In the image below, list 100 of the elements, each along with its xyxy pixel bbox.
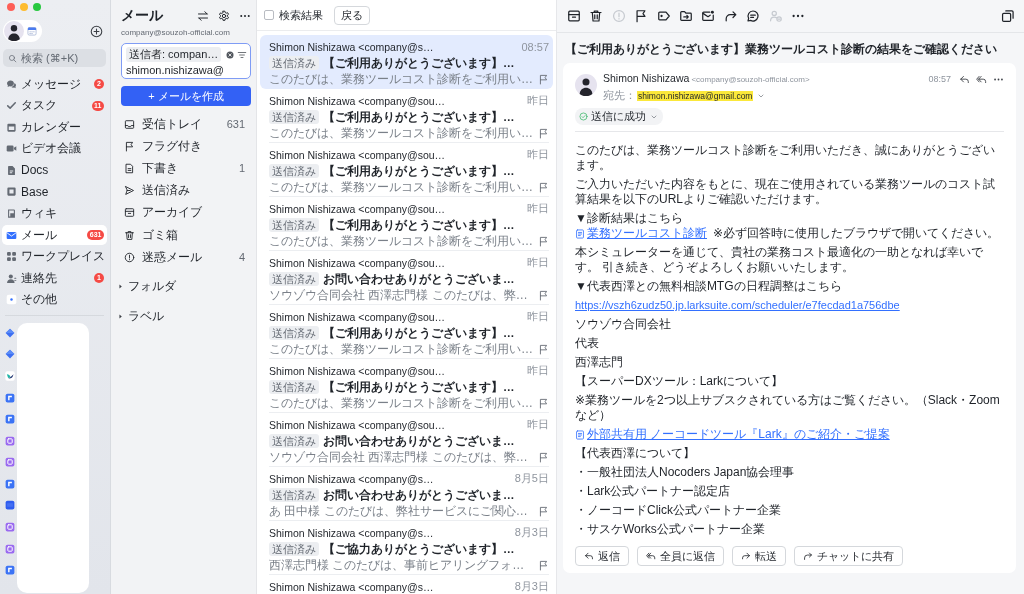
reply-all-icon[interactable]	[976, 73, 987, 85]
message-item[interactable]: Shimon Nishizawa <company@s… 08:57 送信済み 【ご利用ありがとうございます】… このたびは、業務ツールコスト診断をご利用い…	[260, 35, 553, 89]
body-text: 本シミュレーターを通じて、貴社の業務コスト最適化の一助となれば幸いです。 引き続き、どうぞよろしくお願いいたします。	[575, 245, 984, 275]
message-item[interactable]: Shimon Nishizawa <company@sou… 昨日 送信済み 【ご利用ありがとうございます】… このたびは、業務ツールコスト診断をご利用い…	[260, 143, 553, 197]
corner-tile-icon[interactable]	[5, 478, 15, 489]
search-icon	[8, 53, 17, 63]
document-icon	[6, 164, 17, 176]
nav-item[interactable]: ワークプレイス	[2, 246, 107, 267]
body-text: ▼代表西澤との無料相談MTGの日程調整はこちら	[575, 279, 842, 294]
message-time: 08:57	[521, 40, 549, 53]
account-switcher[interactable]	[3, 20, 42, 42]
message-item[interactable]: Shimon Nishizawa <company@s… 8月3日 送信済み 【ご協力ありがとうございます】… 西澤志門様 このたびは、事前ヒアリングフォ…	[260, 521, 553, 575]
sent-tag: 送信済み	[269, 110, 319, 124]
zoom-window-icon[interactable]	[33, 3, 41, 11]
calendar-icon	[27, 26, 37, 36]
sent-tag: 送信済み	[269, 164, 319, 178]
reply-all-icon	[646, 551, 656, 561]
message-item[interactable]: Shimon Nishizawa <company@sou… 昨日 送信済み 【ご利用ありがとうございます】… このたびは、業務ツールコスト診断をご利用い…	[260, 359, 553, 413]
folder-item[interactable]: 下書き 1	[121, 157, 251, 180]
nav-item[interactable]: その他	[2, 289, 107, 310]
forward-button[interactable]: 転送	[732, 546, 786, 566]
folder-item[interactable]: フラグ付き	[121, 135, 251, 158]
message-time: 昨日	[527, 147, 549, 162]
close-window-icon[interactable]	[7, 3, 15, 11]
sender-name: Shimon Nishizawa <company@s…	[269, 580, 434, 593]
document-link[interactable]: 業務ツールコスト診断	[575, 226, 707, 241]
reply-button[interactable]: 返信	[575, 546, 629, 566]
ring-tile-icon[interactable]	[5, 543, 15, 554]
nav-item[interactable]: Base	[2, 181, 107, 202]
add-icon[interactable]	[90, 24, 103, 38]
folder-group[interactable]: フォルダ	[117, 275, 251, 298]
folder-item[interactable]: 迷惑メール 4	[121, 246, 251, 269]
search-field[interactable]: 検索 (⌘+K)	[3, 49, 106, 67]
sender-name: Shimon Nishizawa <company@s…	[269, 526, 434, 539]
message-preview: ソウゾウ合同会社 西澤志門様 このたびは、弊…	[269, 287, 528, 304]
message-time: 昨日	[527, 363, 549, 378]
diamond-icon[interactable]	[5, 327, 15, 338]
back-button[interactable]: 戻る	[334, 5, 370, 25]
sender-name: Shimon Nishizawa <company@sou…	[269, 364, 446, 377]
folder-group[interactable]: ラベル	[117, 305, 251, 328]
message-time: 昨日	[527, 309, 549, 324]
filter-icon[interactable]	[237, 49, 247, 60]
ring-tile-icon[interactable]	[5, 522, 15, 533]
diamond-icon[interactable]	[5, 349, 15, 360]
avatar	[4, 21, 24, 41]
message-item[interactable]: Shimon Nishizawa <company@sou… 昨日 送信済み 【ご利用ありがとうございます】… このたびは、業務ツールコスト診断をご利用い…	[260, 305, 553, 359]
document-link[interactable]: 外部共有用 ノーコードツール『Lark』のご紹介・ご提案	[575, 427, 890, 442]
clear-icon[interactable]	[226, 50, 234, 59]
select-all-checkbox[interactable]	[264, 10, 274, 20]
filter-chip[interactable]: 送信者: compan…	[126, 47, 222, 62]
body-text: ▼診断結果はこちら	[575, 211, 683, 226]
url-link[interactable]: https://vszh6zudz50.jp.larksuite.com/scheduler/e7fecdad1a756dbe	[575, 298, 900, 313]
share-icon	[803, 551, 813, 561]
nav-item[interactable]: カレンダー	[2, 117, 107, 138]
folder-item[interactable]: ゴミ箱	[121, 223, 251, 247]
app-logo-icon[interactable]	[5, 370, 15, 381]
body-text: ・ノーコードClick公式パートナー企業	[575, 503, 781, 518]
message-subject: 【ご利用ありがとうございます】…	[323, 163, 515, 179]
compose-button[interactable]: + メールを作成	[121, 86, 251, 106]
message-item[interactable]: Shimon Nishizawa <company@sou… 昨日 送信済み 【ご利用ありがとうございます】… このたびは、業務ツールコスト診断をご利用い…	[260, 197, 553, 251]
search-field[interactable]: 送信者: compan… shimon.nishizawa@	[121, 43, 251, 79]
ring-tile-icon[interactable]	[5, 435, 15, 446]
reply-icon[interactable]	[959, 73, 970, 85]
message-item[interactable]: Shimon Nishizawa <company@sou… 昨日 送信済み お問い合わせありがとうございま… ソウゾウ合同会社 西澤志門様 このたびは、弊…	[260, 413, 553, 467]
delivery-status[interactable]: 送信に成功	[575, 108, 663, 125]
reply-icon	[584, 551, 594, 561]
message-item[interactable]: Shimon Nishizawa <company@sou… 昨日 送信済み お問い合わせありがとうございま… ソウゾウ合同会社 西澤志門様 このたびは、弊…	[260, 251, 553, 305]
folder-item[interactable]: アーカイブ	[121, 201, 251, 224]
corner-tile-icon[interactable]	[5, 414, 15, 425]
square-tile-icon[interactable]	[5, 500, 15, 511]
avatar	[575, 74, 597, 96]
square-frame-icon	[6, 186, 17, 198]
message-item[interactable]: Shimon Nishizawa <company@s… 8月5日 送信済み お問い合わせありがとうございま… あ 田中様 このたびは、弊社サービスにご関心…	[260, 467, 553, 521]
nav-item[interactable]: Docs	[2, 160, 107, 181]
body-text: ※業務ツールを2つ以上サブスクされている方はご覧ください。（Slack・Zoomなど）	[575, 393, 1001, 423]
folder-item[interactable]: 送信済み	[121, 179, 251, 202]
message-item[interactable]: Shimon Nishizawa <company@s… 8月3日	[260, 575, 553, 594]
sent-tag: 送信済み	[269, 326, 319, 340]
corner-tile-icon[interactable]	[5, 392, 15, 403]
sender-name: Shimon Nishizawa <company@s…	[269, 40, 434, 53]
share-to-chat-button[interactable]: チャットに共有	[794, 546, 903, 566]
message-preview: このたびは、業務ツールコスト診断をご利用い…	[269, 179, 533, 196]
sent-tag: 送信済み	[269, 272, 319, 286]
settings-icon[interactable]	[218, 9, 230, 22]
reply-all-button[interactable]: 全員に返信	[637, 546, 724, 566]
person-icon	[6, 272, 17, 284]
sent-tag: 送信済み	[269, 542, 319, 556]
body-text: ・Lark公式パートナー認定店	[575, 484, 731, 499]
ring-tile-icon[interactable]	[5, 457, 15, 468]
nav-item[interactable]: ウィキ	[2, 203, 107, 224]
folder-item[interactable]: 受信トレイ 631	[121, 113, 251, 136]
checkmark-icon	[6, 100, 17, 112]
message-subject: 【ご利用ありがとうございます】…	[323, 55, 515, 71]
corner-tile-icon[interactable]	[5, 565, 15, 576]
archive-box-icon	[124, 207, 135, 219]
message-item[interactable]: Shimon Nishizawa <company@sou… 昨日 送信済み 【ご利用ありがとうございます】… このたびは、業務ツールコスト診断をご利用い…	[260, 89, 553, 143]
swap-icon[interactable]	[197, 9, 209, 22]
sender-name: Shimon Nishizawa <company@sou…	[269, 418, 446, 431]
item-count: 1	[238, 162, 245, 175]
nav-item[interactable]: ビデオ会議	[2, 138, 107, 159]
